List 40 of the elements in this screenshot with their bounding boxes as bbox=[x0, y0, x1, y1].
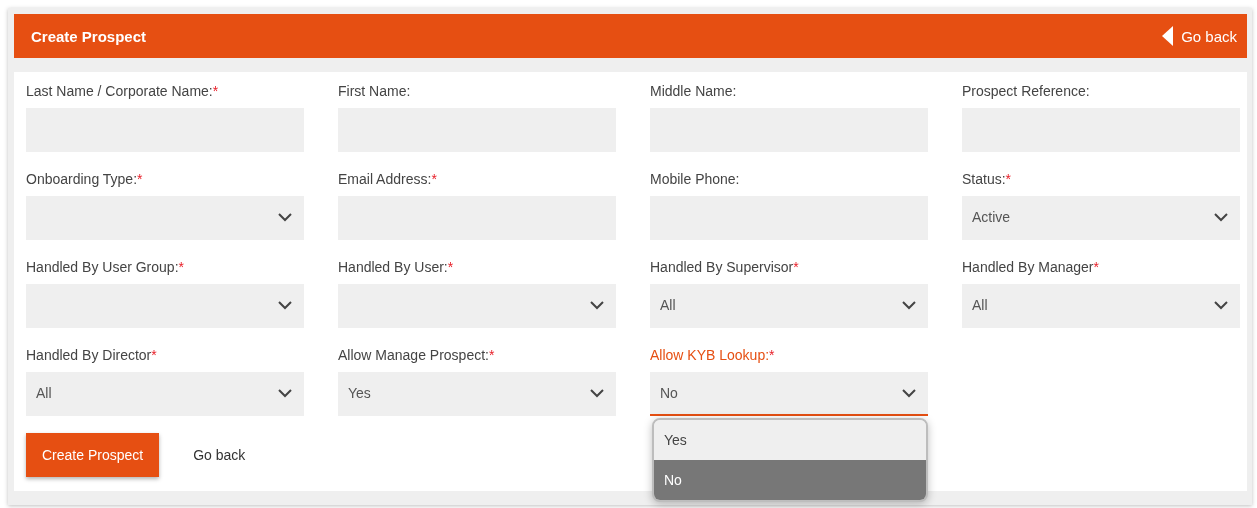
chevron-down-icon bbox=[278, 388, 292, 398]
field-label: Handled By Manager* bbox=[962, 258, 1100, 277]
chevron-down-icon bbox=[902, 300, 916, 310]
field-label: Prospect Reference: bbox=[962, 82, 1091, 101]
field-label: Handled By User Group:* bbox=[26, 258, 185, 277]
chevron-down-icon bbox=[902, 388, 916, 398]
select-field[interactable]: Active bbox=[962, 196, 1240, 240]
field-label: Allow Manage Prospect:* bbox=[338, 346, 496, 365]
select-field[interactable]: Yes bbox=[338, 372, 616, 416]
chevron-down-icon bbox=[1214, 300, 1228, 310]
field-label: Mobile Phone: bbox=[650, 170, 741, 189]
field-label: Middle Name: bbox=[650, 82, 738, 101]
go-back-link[interactable]: Go back bbox=[193, 447, 246, 463]
page-title: Create Prospect bbox=[31, 27, 147, 45]
select-field[interactable] bbox=[338, 284, 616, 328]
field-label: First Name: bbox=[338, 82, 412, 101]
select-field[interactable] bbox=[26, 196, 304, 240]
field-label: Status:* bbox=[962, 170, 1013, 189]
chevron-down-icon bbox=[590, 388, 604, 398]
caret-left-icon bbox=[1162, 26, 1174, 46]
field-label: Onboarding Type:* bbox=[26, 170, 144, 189]
dropdown-option[interactable]: Yes bbox=[654, 420, 926, 460]
chevron-down-icon bbox=[278, 212, 292, 222]
select-field[interactable] bbox=[26, 284, 304, 328]
go-back-link[interactable]: Go back bbox=[1162, 26, 1237, 46]
field-label: Handled By User:* bbox=[338, 258, 455, 277]
select-field[interactable]: All bbox=[26, 372, 304, 416]
chevron-down-icon bbox=[590, 300, 604, 310]
select-field[interactable]: All bbox=[650, 284, 928, 328]
create-prospect-button[interactable]: Create Prospect bbox=[26, 433, 160, 477]
chevron-down-icon bbox=[1214, 212, 1228, 222]
field-label: Last Name / Corporate Name:* bbox=[26, 82, 220, 101]
select-field[interactable]: No bbox=[650, 372, 928, 416]
field-label: Email Address:* bbox=[338, 170, 438, 189]
field-label: Handled By Supervisor* bbox=[650, 258, 800, 277]
field-label: Handled By Director* bbox=[26, 346, 158, 365]
chevron-down-icon bbox=[278, 300, 292, 310]
field-label: Allow KYB Lookup:* bbox=[650, 346, 776, 365]
select-field[interactable]: All bbox=[962, 284, 1240, 328]
dropdown-option[interactable]: No bbox=[654, 460, 926, 500]
